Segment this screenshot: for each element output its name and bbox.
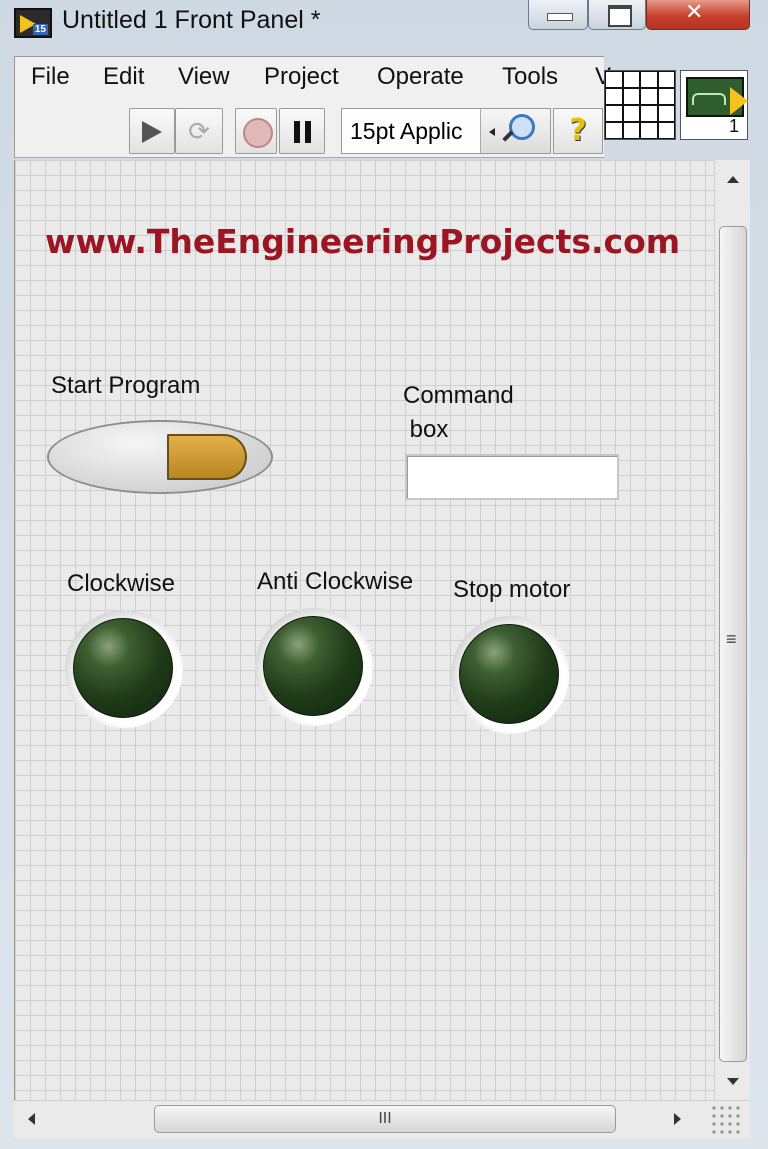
stop-motor-led[interactable]: [451, 616, 569, 734]
command-label-line1: Command: [403, 382, 514, 409]
font-select-value: 15pt Applic: [350, 118, 463, 144]
help-icon[interactable]: ?: [553, 108, 603, 154]
menu-operate[interactable]: Operate: [377, 63, 464, 91]
scroll-left-icon[interactable]: [14, 1101, 50, 1137]
window-title: Untitled 1 Front Panel *: [62, 6, 321, 34]
led-bulb: [459, 624, 559, 724]
anti-clockwise-label: Anti Clockwise: [257, 568, 414, 595]
menu-project[interactable]: Project: [264, 63, 339, 91]
led-bulb: [263, 616, 363, 716]
start-program-toggle[interactable]: [47, 420, 273, 494]
vi-graph-icon: [686, 77, 748, 117]
menu-edit[interactable]: Edit: [103, 63, 144, 91]
clockwise-label: Clockwise: [67, 570, 176, 597]
search-icon[interactable]: [489, 110, 547, 152]
labview-icon: 15: [14, 8, 52, 38]
title-bar[interactable]: 15 Untitled 1 Front Panel *: [0, 0, 768, 48]
vi-icon-pane[interactable]: 1: [680, 70, 748, 140]
connector-pane[interactable]: [604, 70, 676, 140]
horizontal-scrollbar[interactable]: III: [14, 1100, 750, 1138]
anti-clockwise-led[interactable]: [255, 608, 373, 726]
horizontal-scroll-thumb[interactable]: III: [154, 1105, 616, 1133]
front-panel-window: 15 Untitled 1 Front Panel * File Edit Vi…: [0, 0, 768, 1149]
clockwise-led[interactable]: [65, 610, 183, 728]
maximize-button[interactable]: [588, 0, 646, 30]
scroll-down-icon[interactable]: [715, 1064, 749, 1100]
abort-execution-icon[interactable]: [235, 108, 277, 154]
website-label: www.TheEngineeringProjects.com: [45, 222, 681, 261]
resize-grip-icon[interactable]: [710, 1104, 740, 1134]
app-icon-number: 15: [32, 24, 48, 35]
vertical-scroll-thumb[interactable]: [719, 226, 747, 1062]
command-label-line2: box: [403, 416, 449, 443]
toolbar: ⟳ 15pt Applic ?: [14, 102, 604, 158]
close-button[interactable]: [646, 0, 750, 30]
stop-motor-label: Stop motor: [453, 576, 571, 603]
command-box-indicator[interactable]: [405, 454, 619, 500]
front-panel-canvas[interactable]: www.TheEngineeringProjects.com Start Pro…: [14, 160, 714, 1100]
led-bulb: [73, 618, 173, 718]
start-program-label: Start Program: [51, 372, 201, 399]
menu-view[interactable]: View: [178, 63, 230, 91]
run-arrow-icon[interactable]: [129, 108, 175, 154]
minimize-button[interactable]: [528, 0, 588, 30]
menu-tools[interactable]: Tools: [502, 63, 558, 91]
scroll-right-icon[interactable]: [660, 1101, 696, 1137]
vertical-scrollbar[interactable]: [714, 160, 750, 1100]
menu-bar: File Edit View Project Operate Tools V: [14, 56, 611, 102]
vi-icon-number: 1: [728, 116, 739, 136]
toggle-knob: [167, 434, 247, 480]
scroll-up-icon[interactable]: [715, 160, 749, 196]
menu-file[interactable]: File: [31, 63, 70, 91]
run-continuously-icon[interactable]: ⟳: [175, 108, 223, 154]
pause-icon[interactable]: [279, 108, 325, 154]
